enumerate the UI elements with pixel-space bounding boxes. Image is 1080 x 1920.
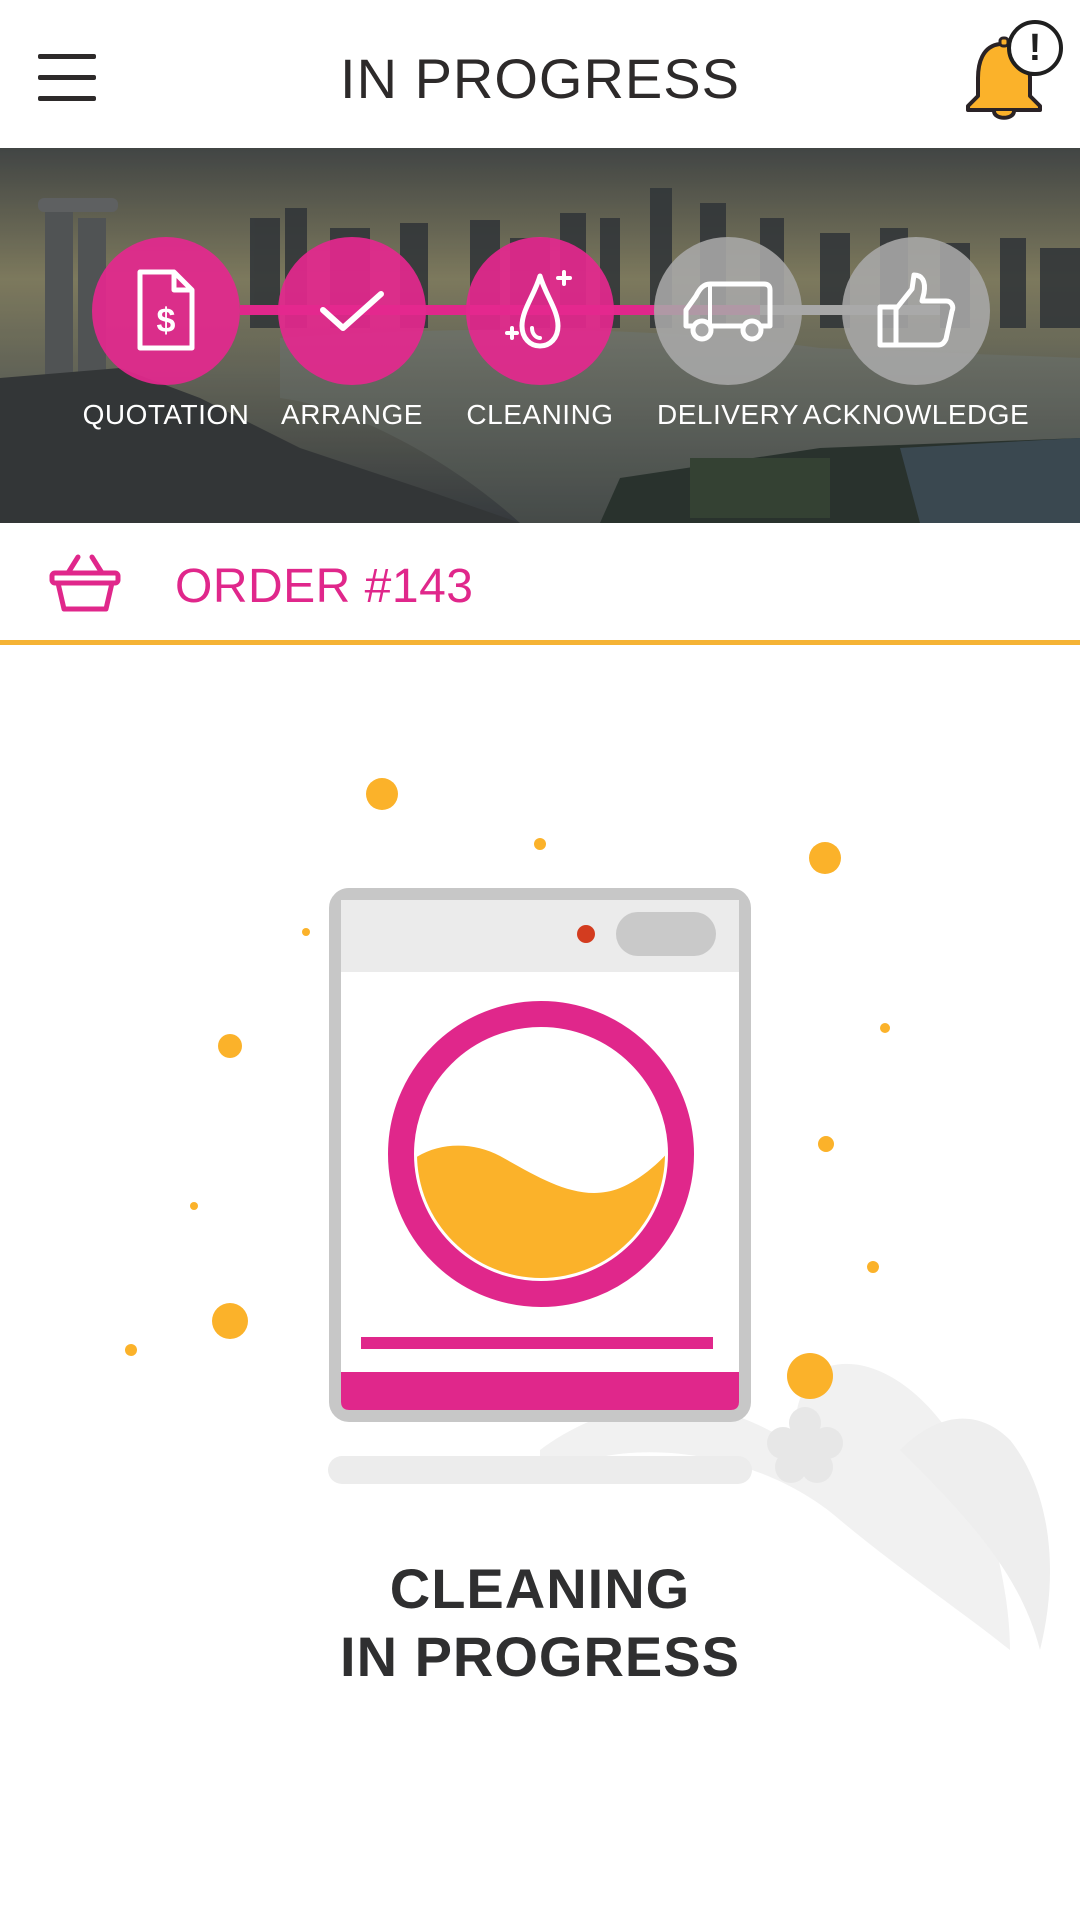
page-title: IN PROGRESS bbox=[340, 47, 740, 110]
order-number: ORDER #143 bbox=[175, 560, 474, 613]
dollar-document-icon: $ bbox=[137, 269, 195, 351]
cleaning-status-text: CLEANING IN PROGRESS bbox=[0, 1555, 1080, 1691]
basket-icon bbox=[49, 554, 121, 612]
notification-badge-text: ! bbox=[1028, 27, 1042, 69]
order-progress-stepper: $ QUOTATION ARRANGE CLEANING DELIVERY AC… bbox=[0, 148, 1080, 523]
top-app-bar: IN PROGRESS ! bbox=[0, 0, 1080, 148]
water-drop-icon bbox=[505, 270, 572, 349]
thumbs-up-icon bbox=[877, 272, 956, 348]
status-line-2: IN PROGRESS bbox=[340, 1625, 740, 1688]
step-circle-delivery bbox=[654, 237, 802, 385]
step-quotation[interactable]: $ QUOTATION bbox=[83, 237, 249, 431]
notification-bell-button[interactable]: ! bbox=[956, 16, 1072, 120]
step-circle-cleaning bbox=[466, 237, 614, 385]
bell-icon bbox=[966, 20, 1063, 120]
progress-banner: $ QUOTATION ARRANGE CLEANING DELIVERY AC… bbox=[0, 148, 1080, 523]
step-cleaning[interactable]: CLEANING bbox=[460, 237, 620, 431]
truck-icon bbox=[683, 281, 773, 342]
step-acknowledge[interactable]: ACKNOWLEDGE bbox=[803, 237, 1029, 431]
status-line-1: CLEANING bbox=[389, 1557, 691, 1620]
step-delivery[interactable]: DELIVERY bbox=[648, 237, 808, 431]
step-circle-arrange bbox=[278, 237, 426, 385]
order-header: ORDER #143 bbox=[0, 523, 1080, 645]
step-circle-quotation: $ bbox=[92, 237, 240, 385]
cleaning-illustration: CLEANING IN PROGRESS bbox=[0, 650, 1080, 1800]
checkmark-icon bbox=[320, 291, 384, 331]
step-circle-acknowledge bbox=[842, 237, 990, 385]
step-arrange[interactable]: ARRANGE bbox=[272, 237, 432, 431]
step-label-acknowledge: ACKNOWLEDGE bbox=[802, 399, 1030, 430]
svg-text:$: $ bbox=[157, 302, 176, 340]
